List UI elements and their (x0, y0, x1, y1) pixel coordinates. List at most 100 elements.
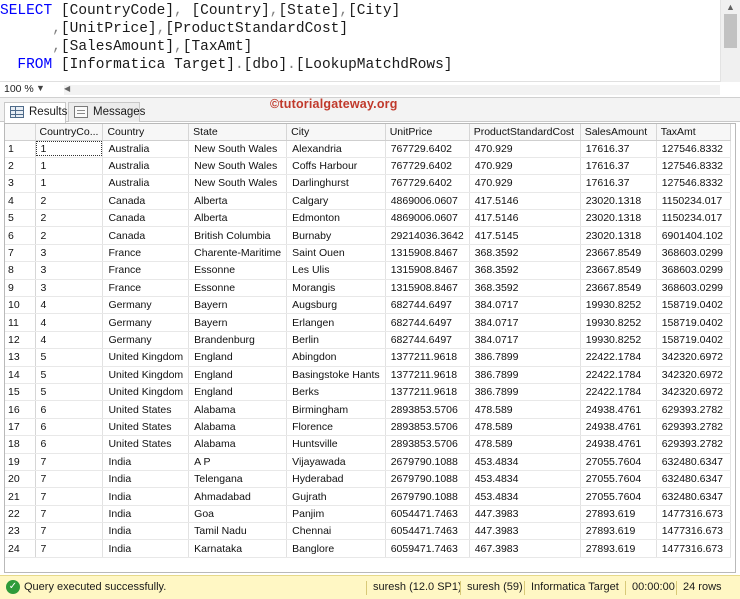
table-cell[interactable]: 478.589 (469, 400, 581, 419)
row-number[interactable]: 1 (5, 140, 36, 158)
table-cell[interactable]: 368603.0299 (656, 279, 731, 298)
table-cell[interactable]: Germany (102, 313, 190, 332)
tab-results[interactable]: Results (4, 102, 67, 123)
table-row[interactable]: 5 2 Canada Alberta Edmonton 4869006.0607 417.5… (5, 209, 731, 228)
table-cell[interactable]: France (102, 279, 190, 298)
table-cell[interactable]: Les Ulis (286, 261, 386, 280)
table-row[interactable]: 20 7 India Telengana Hyderabad 2679790.1088 45… (5, 470, 731, 489)
table-cell[interactable]: New South Wales (188, 140, 288, 158)
editor-horizontal-scrollbar[interactable]: ◀ (64, 84, 720, 95)
table-cell[interactable]: 2679790.1088 (385, 470, 470, 489)
table-cell[interactable]: 3 (35, 279, 104, 298)
table-cell[interactable]: India (102, 522, 190, 541)
table-cell[interactable]: 6 (35, 435, 104, 454)
table-cell[interactable]: United Kingdom (102, 348, 190, 367)
table-cell[interactable]: Telengana (188, 470, 288, 489)
table-cell[interactable]: Germany (102, 331, 190, 350)
table-cell[interactable]: 3 (35, 244, 104, 263)
row-number[interactable]: 19 (5, 453, 36, 471)
table-cell[interactable]: 2893853.5706 (385, 435, 470, 454)
table-cell[interactable]: Ahmadabad (188, 487, 288, 506)
tab-messages[interactable]: Messages (68, 102, 145, 122)
table-cell[interactable]: Berlin (286, 331, 386, 350)
table-cell[interactable]: 478.589 (469, 435, 581, 454)
sql-line[interactable]: SELECT [CountryCode], [Country],[State],… (0, 2, 718, 20)
scroll-up-icon[interactable]: ▲ (726, 2, 735, 12)
table-cell[interactable]: 127546.8332 (656, 157, 731, 176)
table-cell[interactable]: 632480.6347 (656, 470, 731, 489)
table-cell[interactable]: 1477316.673 (656, 522, 731, 541)
table-cell[interactable]: Huntsville (286, 435, 386, 454)
table-cell[interactable]: Banglore (286, 539, 386, 558)
table-cell[interactable]: 158719.0402 (656, 313, 731, 332)
table-cell[interactable]: 4869006.0607 (385, 192, 470, 211)
table-cell[interactable]: 453.4834 (469, 470, 581, 489)
table-cell[interactable]: 17616.37 (580, 140, 657, 158)
table-cell[interactable]: 368603.0299 (656, 244, 731, 263)
table-cell[interactable]: 27055.7604 (580, 470, 657, 489)
table-row[interactable]: 16 6 United States Alabama Birmingham 2893853… (5, 400, 731, 419)
table-cell[interactable]: 127546.8332 (656, 174, 731, 193)
table-cell[interactable]: United Kingdom (102, 366, 190, 384)
table-cell[interactable]: Canada (102, 226, 190, 245)
table-cell[interactable]: 7 (35, 522, 104, 541)
table-cell[interactable]: 2 (35, 226, 104, 245)
table-cell[interactable]: 368.3592 (469, 244, 581, 263)
table-cell[interactable]: Karnataka (188, 539, 288, 558)
sql-code[interactable]: SELECT [CountryCode], [Country],[State],… (0, 2, 718, 74)
table-cell[interactable]: Australia (102, 174, 190, 193)
table-cell[interactable]: 629393.2782 (656, 418, 731, 437)
table-cell[interactable]: 2893853.5706 (385, 400, 470, 419)
table-cell[interactable]: Essonne (188, 279, 288, 298)
table-cell[interactable]: 5 (35, 383, 104, 402)
row-number[interactable]: 11 (5, 313, 36, 332)
row-number[interactable]: 15 (5, 383, 36, 402)
table-cell[interactable]: 27893.619 (580, 505, 657, 524)
table-cell[interactable]: 5 (35, 348, 104, 367)
table-cell[interactable]: 682744.6497 (385, 331, 470, 350)
table-cell[interactable]: Tamil Nadu (188, 522, 288, 541)
table-cell[interactable]: Chennai (286, 522, 386, 541)
table-row[interactable]: 1 1 Australia New South Wales Alexandria 7677… (5, 140, 731, 158)
row-number[interactable]: 20 (5, 470, 36, 489)
column-header[interactable]: Country (102, 124, 190, 141)
table-cell[interactable]: Australia (102, 157, 190, 176)
table-cell[interactable]: 767729.6402 (385, 157, 470, 176)
table-row[interactable]: 8 3 France Essonne Les Ulis 1315908.8467 368.3… (5, 261, 731, 280)
table-cell[interactable]: 17616.37 (580, 174, 657, 193)
table-cell[interactable]: 342320.6972 (656, 366, 731, 384)
table-cell[interactable]: 453.4834 (469, 487, 581, 506)
table-cell[interactable]: 3 (35, 261, 104, 280)
table-cell[interactable]: 4 (35, 331, 104, 350)
table-cell[interactable]: Bayern (188, 296, 288, 315)
table-row[interactable]: 17 6 United States Alabama Florence 2893853.5… (5, 418, 731, 437)
table-cell[interactable]: 682744.6497 (385, 296, 470, 315)
table-cell[interactable]: 1377211.9618 (385, 383, 470, 402)
table-cell[interactable]: 4 (35, 313, 104, 332)
table-cell[interactable]: 368.3592 (469, 279, 581, 298)
table-cell[interactable]: British Columbia (188, 226, 288, 245)
table-cell[interactable]: 2679790.1088 (385, 453, 470, 471)
table-row[interactable]: 23 7 India Tamil Nadu Chennai 6054471.7463 447… (5, 522, 731, 541)
table-cell[interactable]: India (102, 470, 190, 489)
table-cell[interactable]: Hyderabad (286, 470, 386, 489)
table-cell[interactable]: 1477316.673 (656, 505, 731, 524)
table-cell[interactable]: 24938.4761 (580, 418, 657, 437)
table-row[interactable]: 24 7 India Karnataka Banglore 6059471.7463 467… (5, 539, 731, 558)
table-cell[interactable]: Alberta (188, 192, 288, 211)
row-number[interactable]: 17 (5, 418, 36, 437)
table-cell[interactable]: 23020.1318 (580, 226, 657, 245)
table-cell[interactable]: Bayern (188, 313, 288, 332)
table-row[interactable]: 21 7 India Ahmadabad Gujrath 2679790.1088 453.… (5, 487, 731, 506)
sql-line[interactable]: FROM [Informatica Target].[dbo].[LookupM… (0, 56, 718, 74)
table-cell[interactable]: 7 (35, 487, 104, 506)
table-cell[interactable]: Canada (102, 209, 190, 228)
table-cell[interactable]: 5 (35, 366, 104, 384)
table-row[interactable]: 18 6 United States Alabama Huntsville 2893853… (5, 435, 731, 454)
table-cell[interactable]: 6054471.7463 (385, 505, 470, 524)
table-cell[interactable]: India (102, 453, 190, 471)
table-cell[interactable]: 29214036.3642 (385, 226, 470, 245)
table-row[interactable]: 14 5 United Kingdom England Basingstoke Hant… (5, 366, 731, 384)
table-cell[interactable]: Panjim (286, 505, 386, 524)
sql-line[interactable]: ,[SalesAmount],[TaxAmt] (0, 38, 718, 56)
